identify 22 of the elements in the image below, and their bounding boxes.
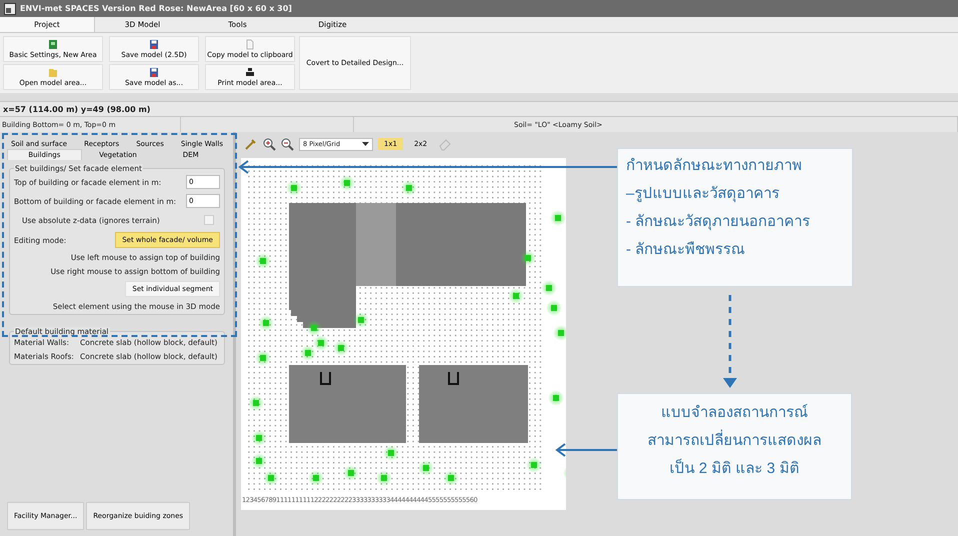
annotation-text: แบบจำลองสถานการณ์ (661, 403, 808, 423)
annotation-text: - ลักษณะวัสดุภายนอกอาคาร (626, 212, 812, 232)
floppy-icon (149, 67, 159, 78)
zoom-out-icon[interactable] (281, 138, 294, 150)
folder-icon (48, 67, 58, 78)
coordinates-text: x=57 (114.00 m) y=49 (98.00 m) (0, 101, 958, 117)
annotation-text: กำหนดลักษณะทางกายภาพ (626, 156, 803, 176)
annotation-text: - ลักษณะพืชพรรณ (626, 240, 746, 260)
arrow (555, 443, 617, 457)
checkbox[interactable] (204, 215, 214, 225)
floppy-icon (149, 39, 159, 50)
annotation-text: –รูปแบบและวัสดุอาคาร (626, 184, 780, 204)
printer-icon (245, 67, 255, 78)
app-icon (4, 2, 16, 14)
window-title: ENVI-met SPACES Version Red Rose: NewArea [60 x 60 x 30] (20, 4, 292, 13)
caret-icon (362, 142, 369, 146)
document-icon (245, 39, 255, 50)
zoom-in-icon[interactable] (263, 138, 276, 150)
map-icon (48, 39, 58, 50)
annotation-text: เป็น 2 มิติ และ 3 มิติ (670, 458, 800, 479)
annotation-text: สามารถเปลี่ยนการแสดงผล (648, 428, 822, 452)
probe-icon[interactable] (244, 137, 258, 151)
